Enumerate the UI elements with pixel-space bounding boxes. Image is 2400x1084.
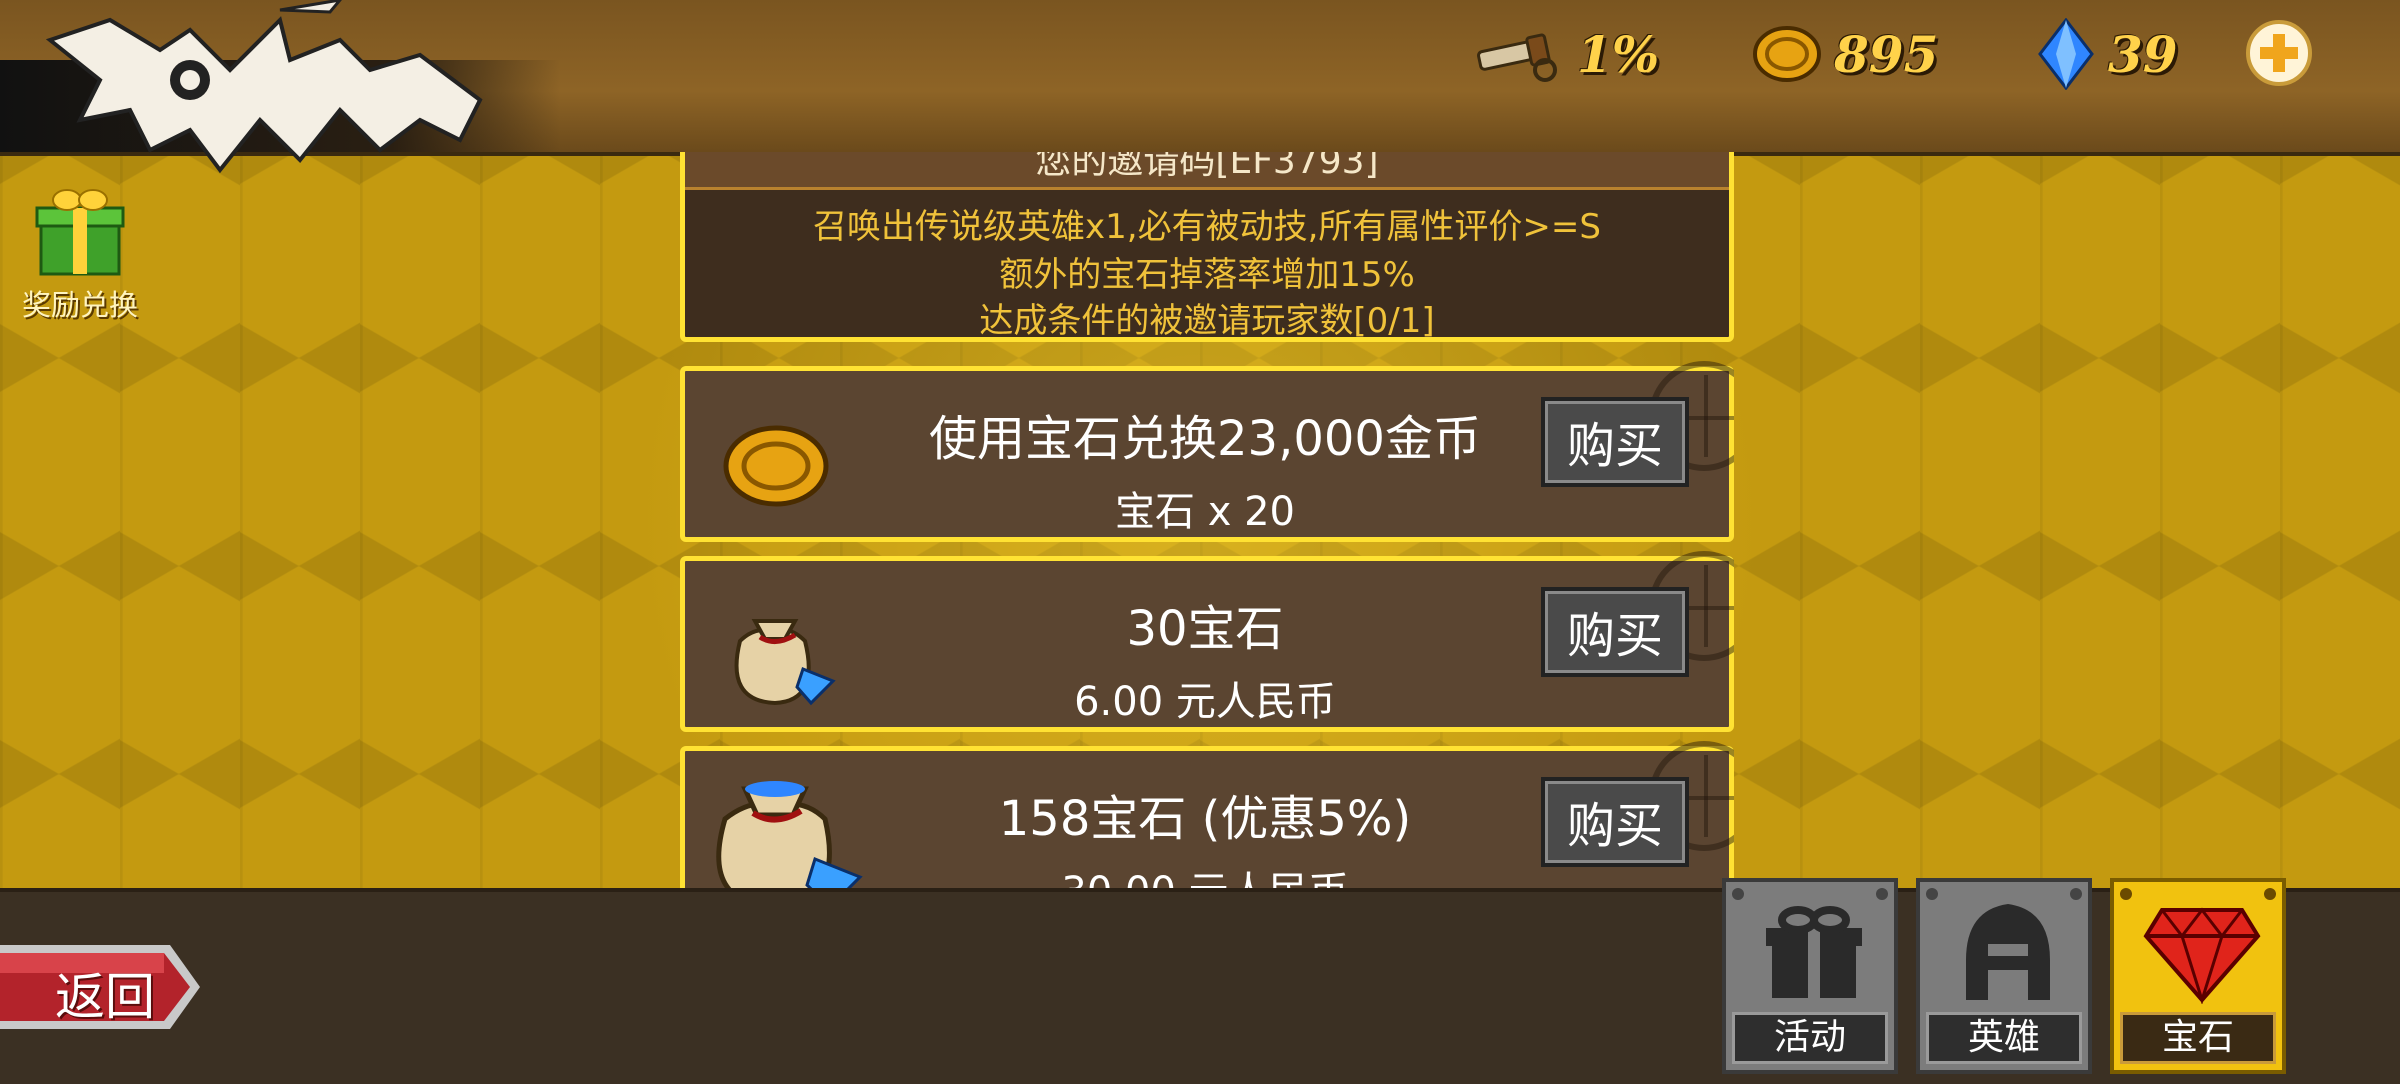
game-logo (45, 0, 483, 174)
gift-icon (1766, 906, 1862, 998)
rivet (2070, 888, 2082, 900)
tab-hero[interactable]: 英雄 (1916, 878, 2092, 1074)
telescope-resource: 1% (1475, 14, 1659, 94)
buy-button[interactable]: 购买 (1541, 777, 1689, 867)
item-price: 30.00 元人民币 (805, 859, 1605, 888)
gift-box-icon (35, 189, 125, 276)
reward-exchange-label: 奖励兑换 (21, 288, 138, 322)
red-gem-icon (2143, 907, 2261, 1004)
buy-button[interactable]: 购买 (1541, 397, 1689, 487)
rivet (2264, 888, 2276, 900)
tab-hero-label: 英雄 (1926, 1012, 2082, 1064)
tab-gems[interactable]: 宝石 (2110, 878, 2286, 1074)
gold-value: 895 (1834, 24, 1939, 84)
gem-value: 39 (2108, 24, 2178, 84)
gem-resource: 39 (2036, 14, 2178, 94)
invite-line-3: 达成条件的被邀请玩家数[0/1] (979, 301, 1435, 341)
back-button[interactable]: 返回 (0, 937, 204, 1037)
gold-coin-icon (1753, 26, 1821, 82)
helmet-icon (1966, 904, 2050, 1000)
item-price: 宝石 x 20 (1115, 489, 1295, 535)
tab-activity[interactable]: 活动 (1722, 878, 1898, 1074)
telescope-value: 1% (1577, 24, 1660, 84)
tab-activity-label: 活动 (1732, 1012, 1888, 1064)
invite-line-1: 召唤出传说级英雄x1,必有被动技,所有属性评价>=S (813, 207, 1601, 247)
item-title: 30宝石 (1126, 601, 1284, 657)
tab-gems-label: 宝石 (2120, 1012, 2276, 1064)
shop-list[interactable]: 您的邀请码[EF3793] 召唤出传说级英雄x1,必有被动技,所有属性评价>=S… (680, 152, 1734, 888)
plus-icon[interactable] (2246, 20, 2312, 86)
rivet (1926, 888, 1938, 900)
blue-gem-icon (2038, 18, 2094, 90)
shop-item: 158宝石 (优惠5%) 30.00 元人民币 购买 (680, 741, 1734, 888)
invite-card: 您的邀请码[EF3793] 召唤出传说级英雄x1,必有被动技,所有属性评价>=S… (680, 152, 1734, 342)
item-title: 158宝石 (优惠5%) (998, 791, 1412, 847)
gold-resource: 895 (1752, 14, 1938, 94)
back-button-label: 返回 (55, 968, 155, 1026)
shop-item: 使用宝石兑换23,000金币 宝石 x 20 购买 (680, 361, 1734, 542)
item-price: 6.00 元人民币 (1074, 679, 1336, 725)
rivet (2120, 888, 2132, 900)
invite-line-2: 额外的宝石掉落率增加15% (999, 255, 1415, 295)
reward-exchange-button[interactable]: 奖励兑换 (10, 186, 150, 324)
buy-button[interactable]: 购买 (1541, 587, 1689, 677)
invite-code: 您的邀请码[EF3793] (685, 152, 1729, 190)
item-title: 使用宝石兑换23,000金币 (929, 411, 1481, 467)
telescope-icon (1477, 33, 1557, 82)
rivet (1876, 888, 1888, 900)
rivet (1732, 888, 1744, 900)
shop-item: 30宝石 6.00 元人民币 购买 (680, 551, 1734, 732)
